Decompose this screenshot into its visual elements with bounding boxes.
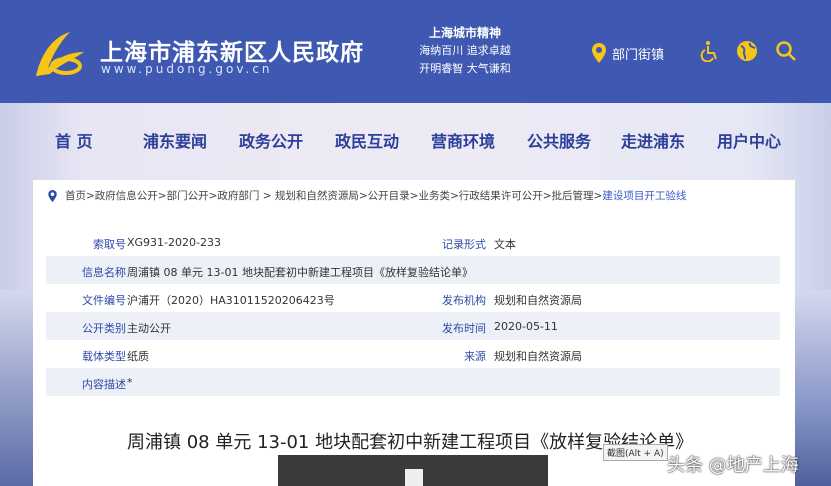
dept-label: 部门街镇: [612, 47, 665, 63]
nav-public-service[interactable]: 公共服务: [527, 128, 591, 152]
breadcrumb-current[interactable]: 建设项目开工验线: [602, 190, 686, 202]
info-label: 发布机构: [442, 294, 486, 307]
info-row: 索取号 XG931-2020-233 记录形式 文本: [46, 228, 780, 256]
nav-home[interactable]: 首 页: [55, 128, 93, 152]
info-label: 内容描述: [82, 378, 126, 391]
info-row: 载体类型 纸质 来源 规划和自然资源局: [46, 340, 780, 368]
location-pin-icon: [592, 43, 606, 63]
info-row: 公开类别 主动公开 发布时间 2020-05-11: [46, 312, 780, 340]
location-pin-icon: [48, 189, 57, 202]
info-label: 信息名称: [82, 266, 126, 279]
background-cityscape-left: [0, 290, 33, 486]
info-label: 索取号: [93, 238, 126, 251]
dept-link[interactable]: 部门街镇: [592, 43, 664, 63]
motto-title: 上海城市精神: [428, 26, 501, 40]
info-label: 来源: [464, 350, 486, 363]
main-nav: [0, 103, 831, 180]
info-value: 周浦镇 08 单元 13-01 地块配套初中新建工程项目《放样复验结论单》: [127, 266, 473, 279]
info-value: 文本: [494, 238, 516, 251]
accessibility-icon[interactable]: [698, 40, 720, 62]
info-label: 公开类别: [82, 322, 126, 335]
info-value: 纸质: [127, 350, 149, 363]
nav-about[interactable]: 走进浦东: [621, 128, 685, 152]
info-value: 规划和自然资源局: [494, 350, 582, 363]
info-value: 沪浦开（2020）HA31011520206423号: [127, 294, 335, 307]
info-label: 载体类型: [82, 350, 126, 363]
info-value: 规划和自然资源局: [494, 294, 582, 307]
logo-icon: [36, 32, 84, 76]
document-image-glyph: [405, 466, 423, 486]
nav-user-center[interactable]: 用户中心: [717, 128, 781, 152]
info-label: 文件编号: [82, 294, 126, 307]
info-value: 2020-05-11: [494, 320, 558, 333]
motto-line: 海纳百川 追求卓越: [419, 44, 511, 57]
info-value: 主动公开: [127, 322, 171, 335]
info-label: 记录形式: [442, 238, 486, 251]
nav-news[interactable]: 浦东要闻: [143, 128, 207, 152]
info-row: 内容描述 *: [46, 368, 780, 396]
watermark: 头条 @地产上海: [667, 455, 799, 476]
breadcrumb: 首页>政府信息公开>部门公开>政府部门 > 规划和自然资源局>公开目录>业务类>…: [48, 188, 686, 203]
screenshot-tooltip: 截图(Alt + A): [603, 444, 668, 461]
site-header: 上海市浦东新区人民政府 www.pudong.gov.cn 上海城市精神 海纳百…: [0, 0, 831, 103]
motto-line: 开明睿智 大气谦和: [419, 62, 511, 75]
site-url: www.pudong.gov.cn: [101, 62, 273, 76]
background-cityscape-right: [795, 290, 831, 486]
nav-gov-affairs[interactable]: 政务公开: [239, 128, 303, 152]
info-row: 信息名称 周浦镇 08 单元 13-01 地块配套初中新建工程项目《放样复验结论…: [46, 256, 780, 284]
nav-business[interactable]: 营商环境: [431, 128, 495, 152]
info-row: 文件编号 沪浦开（2020）HA31011520206423号 发布机构 规划和…: [46, 284, 780, 312]
info-value: *: [127, 376, 133, 389]
search-icon[interactable]: [775, 40, 797, 62]
city-motto: 上海城市精神 海纳百川 追求卓越 开明睿智 大气谦和: [410, 24, 520, 78]
breadcrumb-path[interactable]: 首页>政府信息公开>部门公开>政府部门 > 规划和自然资源局>公开目录>业务类>…: [65, 190, 602, 202]
nav-interaction[interactable]: 政民互动: [335, 128, 399, 152]
globe-icon[interactable]: [736, 40, 758, 62]
info-value: XG931-2020-233: [127, 236, 221, 249]
info-label: 发布时间: [442, 322, 486, 335]
